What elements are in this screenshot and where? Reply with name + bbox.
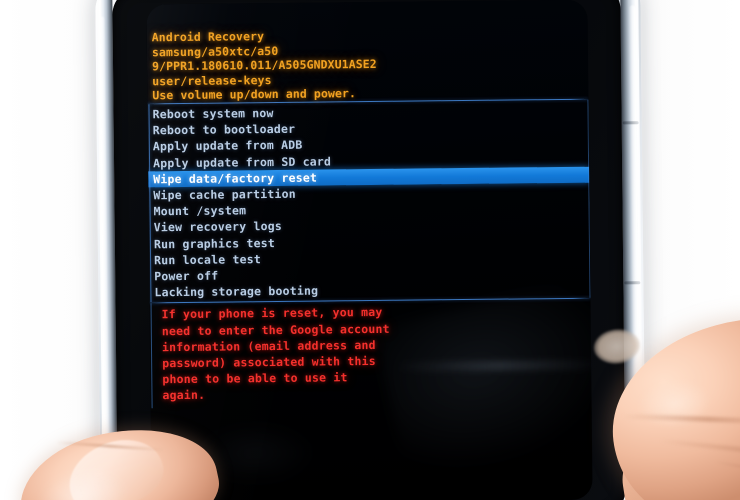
recovery-menu[interactable]: Reboot system now Reboot to bootloader App…	[147, 100, 590, 303]
screen-reflection-streak	[397, 359, 593, 372]
phone-bezel: Android Recovery samsung/a50xtc/a50 9/PP…	[112, 0, 626, 500]
right-hand-fold-lower	[659, 438, 740, 460]
phone-screen[interactable]: Android Recovery samsung/a50xtc/a50 9/PP…	[146, 0, 593, 500]
recovery-header: Android Recovery samsung/a50xtc/a50 9/PP…	[147, 26, 589, 104]
right-hand-knuckle	[636, 376, 712, 431]
smartphone: Android Recovery samsung/a50xtc/a50 9/PP…	[95, 0, 646, 500]
power-button-seam[interactable]	[624, 281, 641, 285]
right-hand-vein-1	[714, 460, 740, 481]
screenshot-scene: Android Recovery samsung/a50xtc/a50 9/PP…	[0, 0, 740, 500]
volume-button-seam[interactable]	[622, 121, 639, 125]
